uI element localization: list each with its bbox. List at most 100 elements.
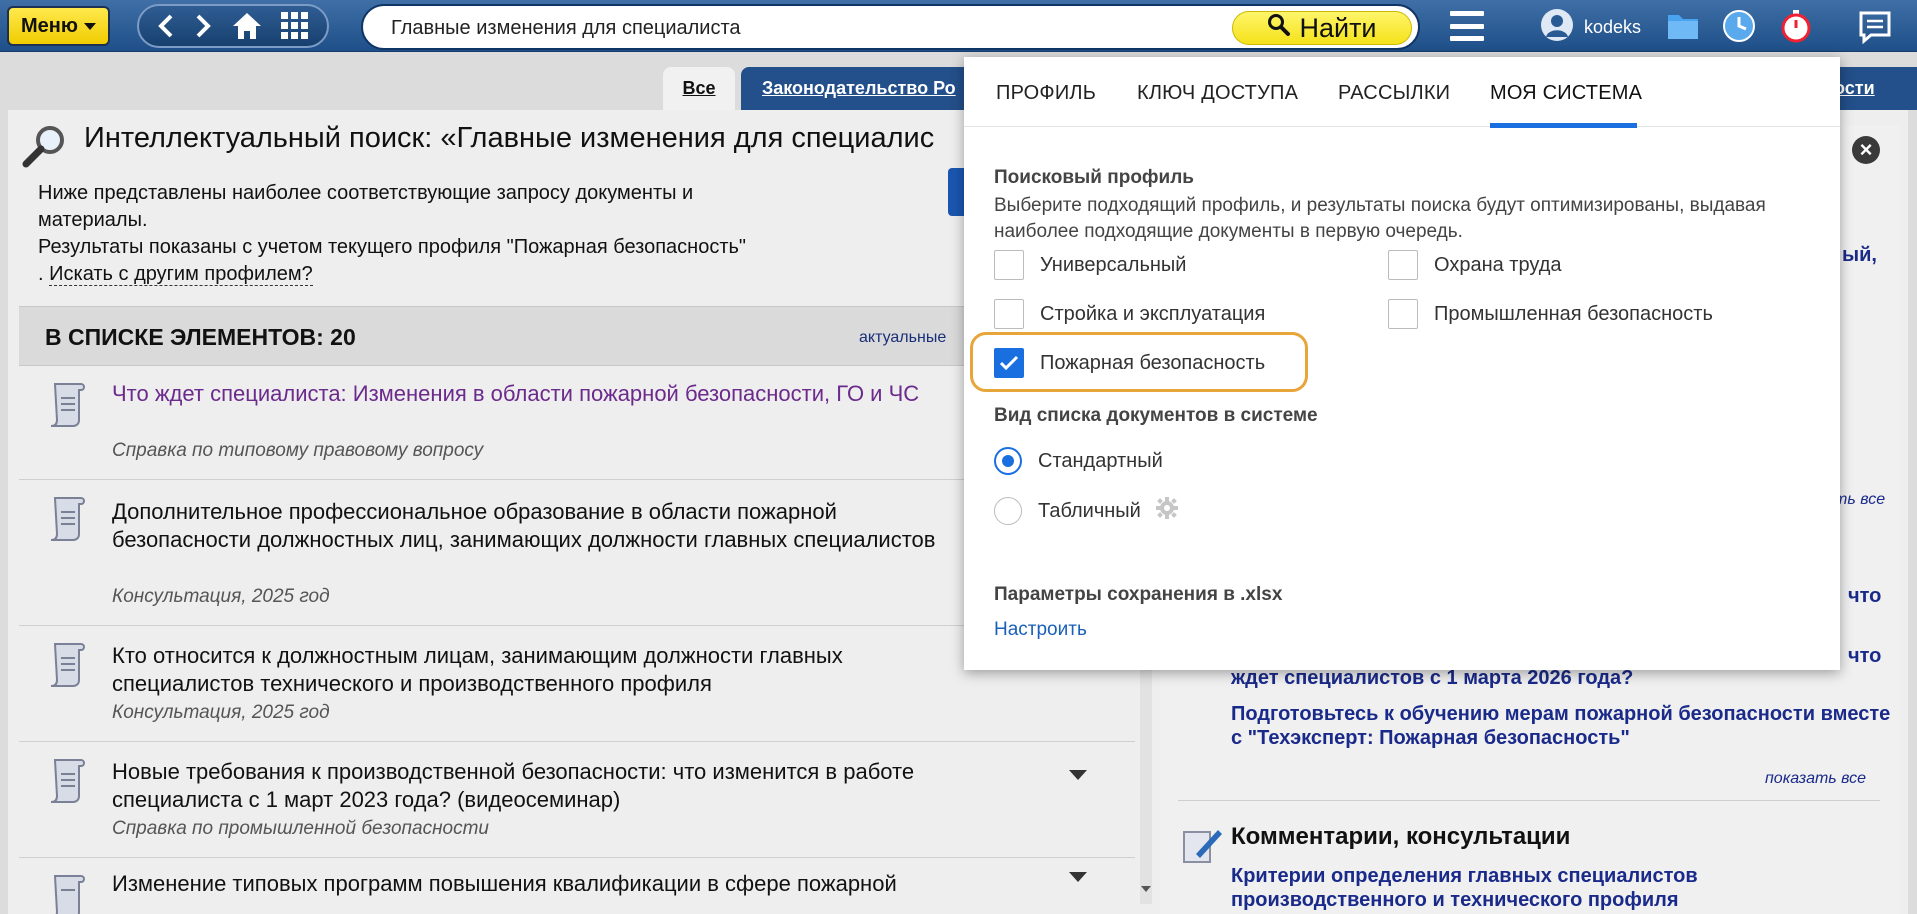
tab-my-system[interactable]: МОЯ СИСТЕМА (1490, 82, 1642, 105)
side-button[interactable] (948, 168, 964, 216)
history-clock-icon[interactable] (1722, 9, 1756, 48)
divider (1178, 800, 1880, 801)
right-link-fragment[interactable]: что (1848, 644, 1881, 668)
show-all-link[interactable]: ть все (1834, 491, 1885, 509)
tab-profile[interactable]: ПРОФИЛЬ (996, 82, 1096, 105)
tab-right[interactable]: ости (1830, 67, 1917, 110)
search-input[interactable] (391, 16, 1211, 40)
search-box: Найти (361, 4, 1420, 50)
radio[interactable] (994, 497, 1022, 525)
tab-legislation[interactable]: Законодательство Ро (741, 67, 971, 110)
checkmark-icon (999, 355, 1019, 371)
profile-option-construction[interactable]: Стройка и эксплуатация (994, 299, 1265, 329)
comments-heading: Комментарии, консультации (1231, 823, 1571, 850)
document-title[interactable]: Дополнительное профессиональное образова… (112, 498, 982, 554)
home-icon[interactable] (231, 11, 263, 41)
tab-all[interactable]: Все (663, 67, 735, 110)
profile-option-labor-safety[interactable]: Охрана труда (1388, 250, 1562, 280)
navigation-group (137, 4, 329, 48)
forward-arrow-icon[interactable] (193, 13, 213, 39)
list-item[interactable]: Новые требования к производственной безо… (19, 742, 1135, 858)
search-profile-description: Выберите подходящий профиль, и результат… (994, 195, 1766, 242)
profile-option-label: Универсальный (1040, 253, 1187, 276)
right-link-fragment[interactable]: что (1848, 584, 1881, 608)
back-arrow-icon[interactable] (156, 13, 176, 39)
document-subtitle: Справка по типовому правовому вопросу (112, 440, 484, 461)
chevron-down-icon (83, 22, 96, 30)
comment-pen-icon (1182, 824, 1224, 869)
search-icon (1267, 13, 1291, 44)
document-title[interactable]: Изменение типовых программ повышения ква… (112, 870, 982, 898)
list-view-label: Стандартный (1038, 449, 1163, 472)
right-link-fragment[interactable]: ый, (1842, 243, 1877, 267)
right-link[interactable]: Подготовьтесь к обучению мерам пожарной … (1231, 702, 1891, 750)
messages-icon[interactable] (1858, 10, 1892, 49)
list-count: В СПИСКЕ ЭЛЕМЕНТОВ: 20 (45, 324, 356, 350)
stopwatch-icon[interactable] (1779, 9, 1813, 48)
checkbox-checked[interactable] (994, 348, 1024, 378)
user-avatar-icon (1540, 8, 1574, 47)
search-profile-title: Поисковый профиль (994, 167, 1194, 188)
list-view-option-table[interactable]: Табличный (994, 496, 1179, 526)
document-scroll-icon (45, 380, 89, 433)
list-filter-actual[interactable]: актуальные (859, 329, 946, 347)
list-item[interactable]: Изменение типовых программ повышения ква… (19, 858, 1135, 914)
checkbox[interactable] (1388, 250, 1418, 280)
grid-apps-icon[interactable] (280, 11, 310, 41)
top-bar: Меню Найти (0, 0, 1917, 52)
active-tab-indicator (1490, 123, 1637, 128)
profile-option-universal[interactable]: Универсальный (994, 250, 1186, 280)
tab-mailings[interactable]: РАССЫЛКИ (1338, 82, 1450, 105)
find-label: Найти (1299, 12, 1377, 43)
document-subtitle: Консультация, 2025 год (112, 702, 330, 723)
intro-text: Ниже представлены наиболее соответствующ… (38, 180, 858, 288)
radio-selected[interactable] (994, 447, 1022, 475)
profile-option-fire-safety[interactable]: Пожарная безопасность (994, 348, 1265, 378)
search-other-profile-link[interactable]: Искать с другим профилем? (49, 263, 313, 286)
list-view-label: Табличный (1038, 499, 1141, 522)
document-scroll-icon (45, 494, 89, 547)
hamburger-menu-icon[interactable] (1450, 11, 1484, 41)
expand-chevron-icon[interactable] (1069, 770, 1087, 780)
comment-link[interactable]: Критерии определения главных специалисто… (1231, 864, 1751, 914)
gear-icon[interactable] (1155, 496, 1179, 526)
list-view-option-standard[interactable]: Стандартный (994, 447, 1163, 475)
checkbox[interactable] (1388, 299, 1418, 329)
tab-access-key[interactable]: КЛЮЧ ДОСТУПА (1137, 82, 1298, 105)
checkbox[interactable] (994, 250, 1024, 280)
document-subtitle: Консультация, 2025 год (112, 586, 330, 607)
intro-line-2: материалы. (38, 209, 148, 231)
document-title[interactable]: Новые требования к производственной безо… (112, 758, 982, 814)
expand-chevron-icon[interactable] (1069, 872, 1087, 882)
intro-line-1: Ниже представлены наиболее соответствующ… (38, 182, 694, 204)
magnifier-icon (20, 124, 70, 173)
document-scroll-icon (45, 872, 89, 914)
folder-icon[interactable] (1666, 9, 1700, 46)
document-scroll-icon (45, 756, 89, 809)
checkbox[interactable] (994, 299, 1024, 329)
user-account[interactable]: kodeks (1540, 8, 1641, 47)
configure-link[interactable]: Настроить (994, 619, 1087, 641)
intro-prefix: . (38, 263, 44, 285)
list-view-title: Вид списка документов в системе (994, 405, 1318, 426)
settings-panel: ПРОФИЛЬ КЛЮЧ ДОСТУПА РАССЫЛКИ МОЯ СИСТЕМ… (964, 57, 1840, 670)
scroll-down-arrow-icon[interactable] (1141, 886, 1151, 892)
profile-option-industrial-safety[interactable]: Промышленная безопасность (1388, 299, 1713, 329)
profile-option-label: Пожарная безопасность (1040, 351, 1266, 374)
close-icon[interactable]: × (1852, 136, 1880, 164)
show-all-link[interactable]: показать все (1765, 770, 1866, 788)
profile-option-label: Промышленная безопасность (1434, 302, 1713, 325)
xlsx-settings-title: Параметры сохранения в .xlsx (994, 584, 1283, 605)
profile-option-label: Охрана труда (1434, 253, 1562, 276)
document-subtitle: Справка по промышленной безопасности (112, 818, 489, 839)
panel-tabs: ПРОФИЛЬ КЛЮЧ ДОСТУПА РАССЫЛКИ МОЯ СИСТЕМ… (964, 57, 1840, 128)
menu-button[interactable]: Меню (7, 6, 110, 46)
menu-label: Меню (21, 14, 78, 37)
find-button[interactable]: Найти (1232, 11, 1412, 45)
username: kodeks (1584, 17, 1642, 37)
profile-option-label: Стройка и эксплуатация (1040, 302, 1266, 325)
document-title[interactable]: Кто относится к должностным лицам, заним… (112, 642, 982, 698)
page-title: Интеллектуальный поиск: «Главные изменен… (84, 122, 935, 154)
intro-line-3: Результаты показаны с учетом текущего пр… (38, 236, 747, 258)
document-title[interactable]: Что ждет специалиста: Изменения в област… (112, 380, 982, 408)
